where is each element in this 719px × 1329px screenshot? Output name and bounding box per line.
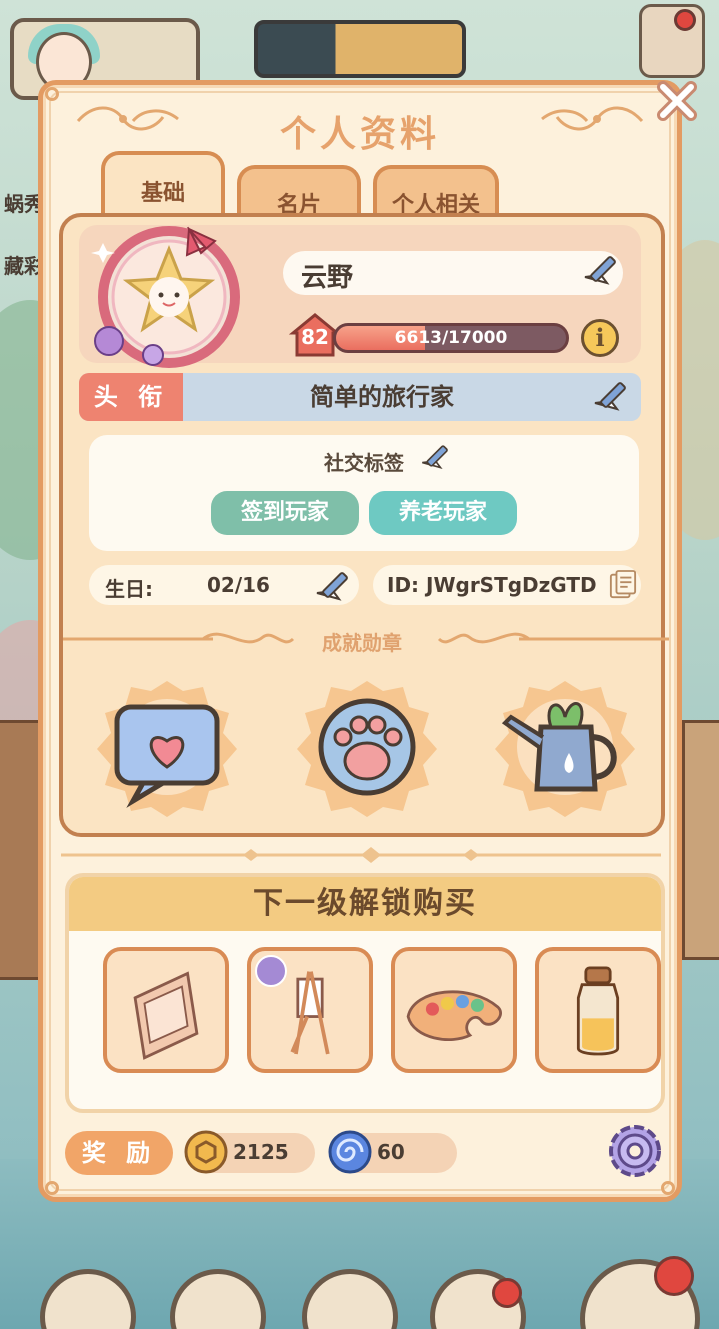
chat-heart-badge-icon[interactable] xyxy=(83,677,251,817)
coin-counter: 2125 xyxy=(184,1130,315,1174)
watering-can-badge-icon[interactable] xyxy=(481,677,649,817)
title-value: 简单的旅行家 xyxy=(310,383,454,411)
coin-icon xyxy=(184,1130,228,1174)
profile-header: 云野 82 6613/17000 i xyxy=(79,225,641,368)
folding-screen-item-icon xyxy=(133,971,199,1060)
swirl-value: 60 xyxy=(377,1140,405,1164)
next-level-unlock-card: 下一级解锁购买 xyxy=(65,873,665,1113)
section-separator-icon xyxy=(61,847,661,863)
player-id: ID: JWgrSTgDzGTD xyxy=(387,573,597,597)
notification-dot xyxy=(492,1278,522,1308)
player-name: 云野 xyxy=(301,263,354,293)
social-tag-chip[interactable]: 签到玩家 xyxy=(211,491,359,535)
experience-text: 6613/17000 xyxy=(394,328,508,348)
unlock-title: 下一级解锁购买 xyxy=(69,877,661,931)
weather-banner[interactable] xyxy=(254,20,466,78)
corner-ornament-icon xyxy=(661,1181,675,1195)
social-tag-chip[interactable]: 养老玩家 xyxy=(369,491,517,535)
notification-dot xyxy=(654,1256,694,1296)
coin-value: 2125 xyxy=(233,1140,289,1164)
edit-social-tags-icon[interactable] xyxy=(419,439,457,473)
swirl-icon xyxy=(328,1130,372,1174)
name-field: 云野 xyxy=(283,251,623,295)
notice-button[interactable] xyxy=(639,4,705,78)
reward-label: 奖 励 xyxy=(65,1131,173,1175)
furniture-tag-icon xyxy=(255,955,287,987)
paint-palette-item-icon xyxy=(406,990,502,1042)
title-tag: 头 衔 xyxy=(79,373,183,421)
bg-shelf xyxy=(682,720,719,960)
id-pill: ID: JWgrSTgDzGTD xyxy=(373,565,641,605)
edit-name-icon[interactable] xyxy=(581,249,627,289)
birthday-label: 生日: xyxy=(105,577,153,601)
social-tags-label: 社交标签 xyxy=(89,447,639,476)
unlock-item-slot[interactable] xyxy=(103,947,229,1073)
unlock-item-slot[interactable] xyxy=(391,947,517,1073)
close-icon[interactable] xyxy=(655,79,699,123)
unlock-item-slot[interactable] xyxy=(247,947,373,1073)
corner-ornament-icon xyxy=(45,87,59,101)
achievements-title: 成就勋章 xyxy=(322,631,402,655)
copy-icon[interactable] xyxy=(609,569,637,601)
info-icon[interactable]: i xyxy=(581,319,619,357)
birthday-pill: 生日: 02/16 xyxy=(89,565,359,605)
dialog-title: 个人资料 xyxy=(279,114,440,155)
title-row: 头 衔 简单的旅行家 xyxy=(79,373,641,421)
edit-title-icon[interactable] xyxy=(591,375,637,415)
birthday-value: 02/16 xyxy=(207,573,270,597)
reward-footer: 奖 励 2125 60 xyxy=(65,1125,665,1181)
unlock-item-slot[interactable] xyxy=(535,947,661,1073)
edit-birthday-icon[interactable] xyxy=(313,565,359,605)
avatar-frame-icon[interactable] xyxy=(89,219,249,369)
experience-bar: 6613/17000 xyxy=(333,323,569,353)
corner-ornament-icon xyxy=(45,1181,59,1195)
swirl-counter: 60 xyxy=(328,1130,457,1174)
paw-badge-icon[interactable] xyxy=(283,677,451,817)
gear-icon[interactable] xyxy=(605,1121,665,1181)
notification-dot xyxy=(674,9,696,31)
profile-panel: 云野 82 6613/17000 i 头 衔 简单的旅行家 社交标签 签到玩家 … xyxy=(59,213,669,837)
social-tags-text: 社交标签 xyxy=(324,451,404,475)
profile-dialog: 个人资料 基础 名片 个人相关 云野 82 6613/17000 i 头 衔 简… xyxy=(38,80,697,1202)
social-tags-box: 社交标签 签到玩家 养老玩家 xyxy=(89,435,639,551)
bottle-item-icon xyxy=(576,966,620,1056)
